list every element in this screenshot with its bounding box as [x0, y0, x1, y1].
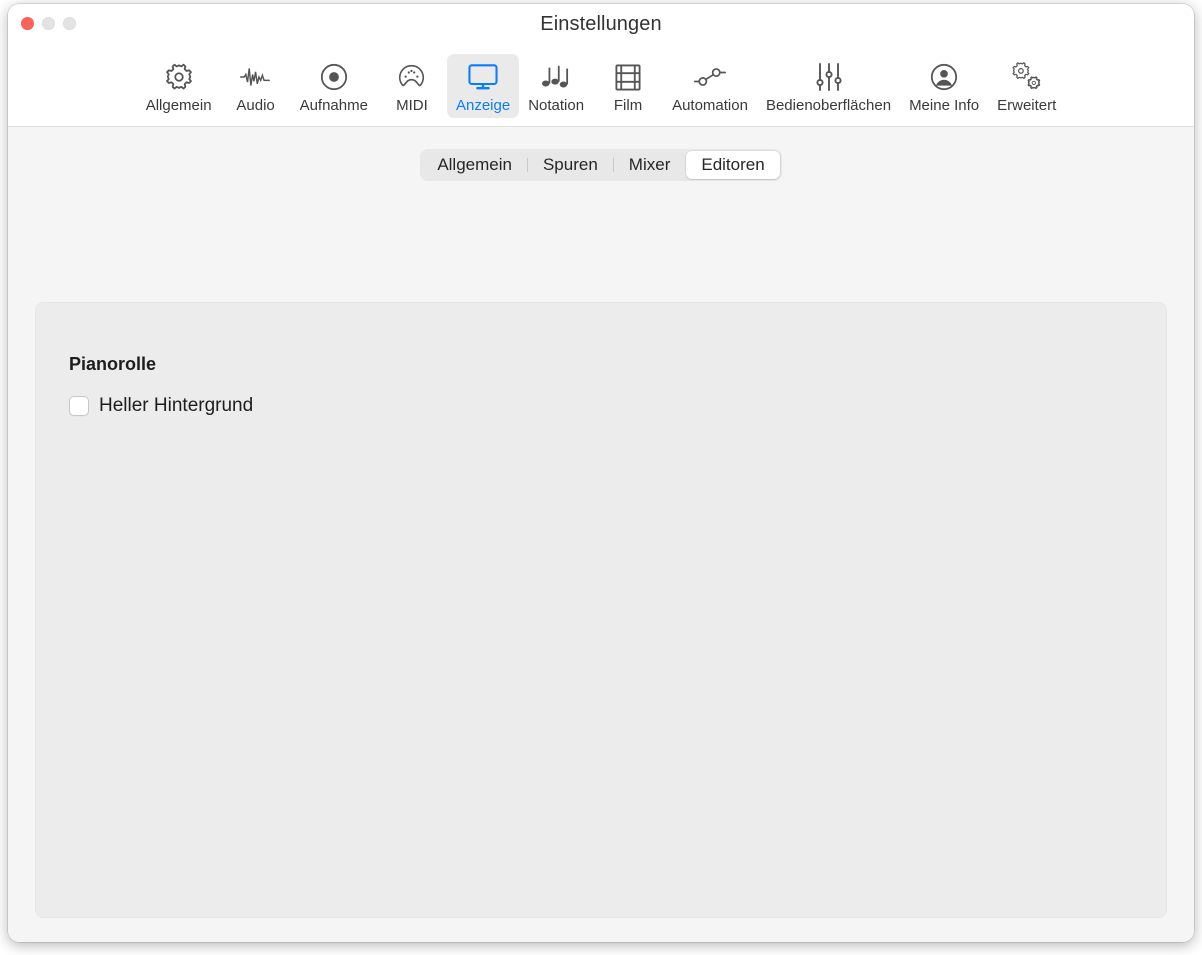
toolbar-item-anzeige[interactable]: Anzeige — [446, 54, 520, 118]
toolbar-item-aufnahme[interactable]: Aufnahme — [291, 54, 377, 118]
toolbar-item-film[interactable]: Film — [593, 54, 663, 118]
checkbox-row-heller-hintergrund[interactable]: Heller Hintergrund — [69, 395, 253, 417]
toolbar-item-meine-info[interactable]: Meine Info — [900, 54, 988, 118]
toolbar-item-label: Erweitert — [997, 97, 1057, 114]
tab-label: Allgemein — [437, 155, 512, 174]
toolbar-item-allgemein[interactable]: Allgemein — [137, 54, 221, 118]
toolbar-item-notation[interactable]: Notation — [519, 54, 593, 118]
toolbar-item-label: Meine Info — [909, 97, 980, 114]
tab-spuren[interactable]: Spuren — [528, 151, 613, 179]
titlebar: Einstellungen — [8, 4, 1194, 48]
toolbar-item-label: Audio — [236, 97, 275, 114]
toolbar-item-midi[interactable]: MIDI — [377, 54, 447, 118]
tab-label: Spuren — [542, 155, 598, 174]
automation-curve-icon — [693, 60, 727, 94]
toolbar-item-label: Film — [613, 97, 643, 114]
record-icon — [319, 60, 349, 94]
music-notes-icon — [540, 60, 572, 94]
tab-label: Mixer — [628, 155, 671, 174]
double-gear-icon — [1011, 60, 1043, 94]
settings-panel: Pianorolle Heller Hintergrund — [35, 302, 1167, 918]
toolbar-item-bedienoberflaechen[interactable]: Bedienoberflächen — [757, 54, 900, 118]
tab-editoren[interactable]: Editoren — [686, 151, 780, 179]
display-monitor-icon — [467, 60, 499, 94]
window-body: Allgemein Spuren Mixer Editoren Pianorol… — [8, 127, 1194, 942]
midi-connector-icon — [397, 60, 426, 94]
toolbar-item-label: Notation — [528, 97, 585, 114]
waveform-icon — [239, 60, 273, 94]
toolbar-item-label: Anzeige — [455, 97, 511, 114]
toolbar-item-label: Bedienoberflächen — [765, 97, 892, 114]
window-title: Einstellungen — [540, 13, 662, 35]
tab-label: Editoren — [701, 155, 765, 174]
toolbar-item-label: Automation — [672, 97, 748, 114]
window-chrome: Einstellungen Allgemein Audio Aufnahme M… — [8, 4, 1194, 127]
heller-hintergrund-checkbox[interactable] — [69, 396, 89, 416]
preferences-window: Einstellungen Allgemein Audio Aufnahme M… — [8, 4, 1194, 942]
toolbar-item-audio[interactable]: Audio — [221, 54, 291, 118]
preferences-toolbar: Allgemein Audio Aufnahme MIDI Anzeige No… — [8, 48, 1194, 126]
sliders-icon — [815, 60, 842, 94]
person-circle-icon — [929, 60, 959, 94]
toolbar-item-erweitert[interactable]: Erweitert — [988, 54, 1065, 118]
heller-hintergrund-label: Heller Hintergrund — [99, 395, 254, 416]
toolbar-item-label: MIDI — [396, 97, 428, 114]
film-strip-icon — [614, 60, 642, 94]
view-tabs: Allgemein Spuren Mixer Editoren — [420, 149, 782, 181]
toolbar-item-automation[interactable]: Automation — [663, 54, 757, 118]
section-title-pianorolle: Pianorolle — [69, 354, 157, 374]
screen: Einstellungen Allgemein Audio Aufnahme M… — [0, 0, 1202, 955]
tab-mixer[interactable]: Mixer — [614, 151, 686, 179]
toolbar-item-label: Aufnahme — [299, 97, 368, 114]
tab-allgemein[interactable]: Allgemein — [422, 151, 527, 179]
gear-icon — [164, 60, 194, 94]
toolbar-item-label: Allgemein — [145, 97, 212, 114]
